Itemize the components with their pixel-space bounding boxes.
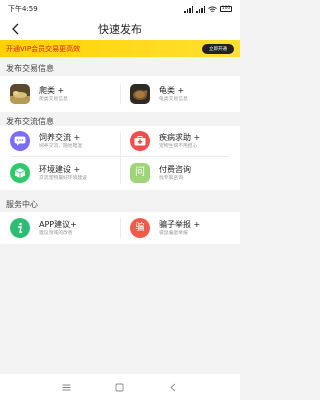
- info-icon: [10, 218, 30, 238]
- vip-banner-text: 开通VIP会员交易更高效: [6, 44, 81, 53]
- reptile-photo-icon: [10, 84, 30, 104]
- publish-turtle-item[interactable]: 龟类 + 龟类交易信息: [120, 76, 240, 112]
- item-sub: 饲养交流，随地暗混: [39, 143, 83, 149]
- scam-report-item[interactable]: 骗 骗子举报 + 袋鼠骗蛋举报: [120, 212, 240, 244]
- home-nav-button[interactable]: [110, 377, 130, 397]
- vip-open-button[interactable]: 立即开通: [202, 43, 234, 54]
- home-square-icon: [116, 383, 124, 391]
- item-label: 饲养交流 +: [39, 132, 81, 142]
- turtle-photo-icon: [130, 84, 150, 104]
- status-icons: 100: [184, 5, 232, 13]
- medical-kit-icon: [130, 131, 150, 151]
- feeding-exchange-item[interactable]: 饲养交流 + 饲养交流，随地暗混: [0, 126, 120, 156]
- status-bar: 下午4:59 100: [0, 0, 240, 18]
- item-sub: 找专家咨询: [159, 175, 183, 181]
- trade-card: 爬类 + 爬类交易信息 龟类 + 龟类交易信息: [0, 76, 240, 112]
- item-label: 付费咨询: [159, 164, 191, 174]
- wifi-icon: [208, 5, 217, 12]
- item-sub: 爬类交易信息: [39, 96, 68, 102]
- item-label: APP建议+: [39, 219, 77, 229]
- exchange-card: 饲养交流 + 饲养交流，随地暗混 疾病求助 + 宠物生病不用担心 环境建设 + …: [0, 126, 240, 190]
- signal-icon-2: [196, 5, 205, 13]
- paid-consult-item[interactable]: 问 付费咨询 找专家咨询: [120, 156, 240, 190]
- menu-icon: [62, 384, 71, 390]
- item-sub: 宠物生病不用担心: [159, 143, 198, 149]
- divider: [120, 84, 121, 104]
- app-suggestion-item[interactable]: APP建议+ 建议领域的改善: [0, 212, 120, 244]
- question-icon-glyph: 问: [135, 167, 145, 178]
- item-label: 骗子举报 +: [159, 219, 201, 229]
- service-card: APP建议+ 建议领域的改善 骗 骗子举报 + 袋鼠骗蛋举报: [0, 212, 240, 244]
- item-sub: 建议领域的改善: [39, 230, 73, 236]
- section-title-service: 服务中心: [6, 200, 38, 209]
- section-title-trade: 发布交易信息: [6, 64, 54, 73]
- back-triangle-icon: [170, 383, 176, 391]
- box-icon: [10, 163, 30, 183]
- item-label: 爬类 +: [39, 85, 65, 95]
- divider: [120, 132, 121, 184]
- back-nav-button[interactable]: [163, 377, 183, 397]
- status-time: 下午4:59: [8, 5, 38, 13]
- menu-nav-button[interactable]: [57, 377, 77, 397]
- item-label: 环境建设 +: [39, 164, 81, 174]
- item-sub: 袋鼠骗蛋举报: [159, 230, 188, 236]
- vip-banner[interactable]: 开通VIP会员交易更高效 立即开通: [0, 40, 240, 57]
- disease-help-item[interactable]: 疾病求助 + 宠物生病不用担心: [120, 126, 240, 156]
- item-label: 疾病求助 +: [159, 132, 201, 142]
- publish-reptile-item[interactable]: 爬类 + 爬类交易信息: [0, 76, 120, 112]
- scam-icon-glyph: 骗: [135, 222, 145, 233]
- system-navbar: [0, 374, 240, 400]
- page-title: 快速发布: [98, 23, 142, 36]
- battery-icon: 100: [220, 5, 232, 12]
- question-icon: 问: [130, 163, 150, 183]
- header: 快速发布: [0, 18, 240, 40]
- item-sub: 交流宠物最好环境建设: [39, 175, 87, 181]
- chat-bubble-icon: [10, 131, 30, 151]
- signal-icon: [184, 5, 193, 13]
- scam-report-icon: 骗: [130, 218, 150, 238]
- item-label: 龟类 +: [159, 85, 185, 95]
- environment-item[interactable]: 环境建设 + 交流宠物最好环境建设: [0, 156, 120, 190]
- item-sub: 龟类交易信息: [159, 96, 188, 102]
- divider: [120, 218, 121, 238]
